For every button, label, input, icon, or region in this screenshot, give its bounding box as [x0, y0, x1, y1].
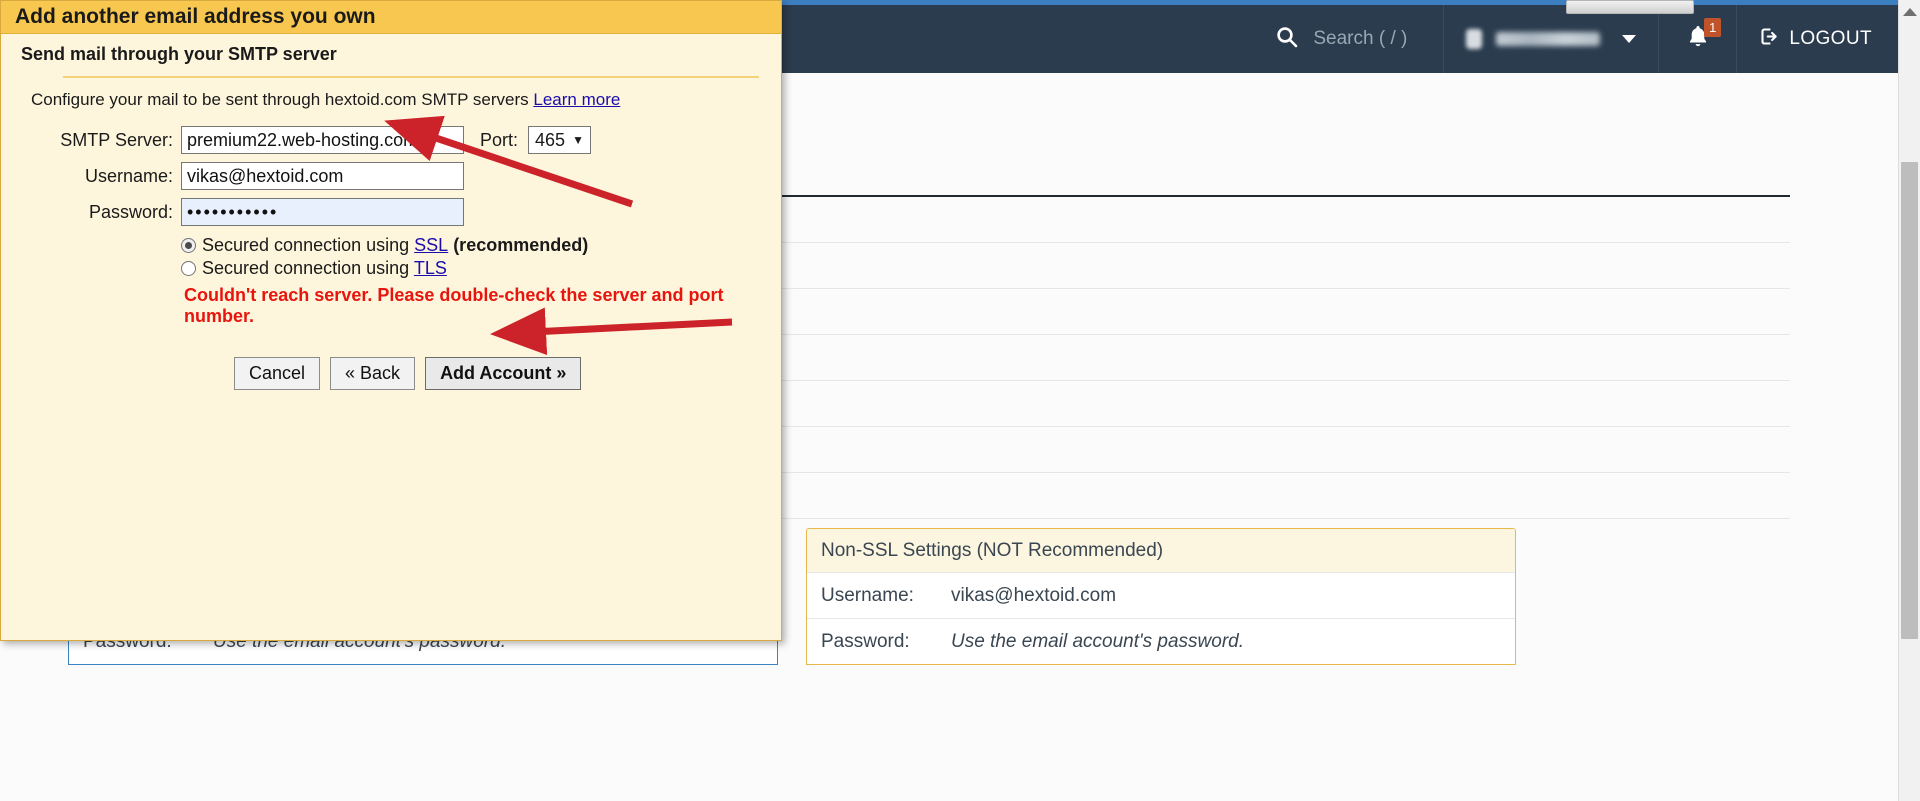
- radio-option[interactable]: Secured connection using TLS: [181, 258, 781, 279]
- horizontal-scrollbar[interactable]: [1566, 0, 1694, 14]
- logout-label: LOGOUT: [1789, 28, 1872, 49]
- radio-button[interactable]: [181, 238, 196, 253]
- scrollbar-thumb[interactable]: [1901, 162, 1918, 639]
- vertical-scrollbar[interactable]: [1898, 0, 1920, 801]
- add-account-button[interactable]: Add Account »: [425, 357, 582, 390]
- username-label: Username:: [84, 165, 173, 186]
- smtp-server-input[interactable]: [181, 126, 464, 154]
- config-description-text: Configure your mail to be sent through h…: [31, 90, 529, 109]
- search-icon: [1275, 25, 1299, 53]
- dialog-subtitle: Send mail through your SMTP server: [21, 44, 337, 64]
- smtp-server-label: SMTP Server:: [60, 129, 173, 150]
- radio-button[interactable]: [181, 261, 196, 276]
- radio-option[interactable]: Secured connection using SSL (recommende…: [181, 235, 781, 256]
- dialog-title: Add another email address you own: [1, 1, 781, 34]
- username-label: [1496, 32, 1601, 46]
- port-select-value: 465: [535, 129, 566, 150]
- protocol-help-link[interactable]: TLS: [414, 258, 447, 278]
- panel-row-value: Use the email account's password.: [951, 630, 1244, 652]
- smtp-form: SMTP Server: Port: 465 ▼ Username: Passw…: [1, 126, 781, 226]
- scroll-up-arrow-icon[interactable]: [1903, 8, 1917, 16]
- panel-row-key: Password:: [821, 630, 910, 652]
- search-placeholder: Search ( / ): [1313, 28, 1408, 49]
- panel-row: Password: Use the email account's passwor…: [807, 618, 1515, 664]
- password-input[interactable]: [181, 198, 464, 226]
- panel-row-key: Username:: [821, 584, 914, 606]
- dialog-buttons: Cancel « Back Add Account »: [234, 357, 781, 390]
- chevron-down-icon: [1622, 35, 1637, 43]
- page-root: Search ( / ) 1 LOGOUT Password: Use the …: [0, 0, 1920, 801]
- radio-suffix: (recommended): [448, 235, 589, 255]
- panel-row: Username: vikas@hextoid.com: [807, 572, 1515, 618]
- user-menu[interactable]: [1443, 5, 1658, 73]
- avatar: [1466, 29, 1483, 49]
- add-email-dialog: Add another email address you own Send m…: [0, 0, 782, 641]
- chevron-down-icon: ▼: [572, 133, 584, 147]
- port-select[interactable]: 465 ▼: [528, 126, 591, 154]
- radio-label: Secured connection using TLS: [202, 258, 447, 278]
- logout-icon: [1759, 26, 1780, 53]
- password-label: Password:: [88, 201, 173, 222]
- port-label: Port:: [480, 129, 519, 150]
- learn-more-link[interactable]: Learn more: [533, 90, 620, 109]
- back-button[interactable]: « Back: [330, 357, 416, 390]
- search-box[interactable]: Search ( / ): [1239, 5, 1443, 73]
- protocol-help-link[interactable]: SSL: [414, 235, 448, 255]
- logout-button[interactable]: LOGOUT: [1736, 5, 1898, 73]
- cancel-button[interactable]: Cancel: [234, 357, 321, 390]
- connection-security-radios: Secured connection using SSL (recommende…: [181, 235, 781, 279]
- notifications-button[interactable]: 1: [1658, 5, 1736, 73]
- notification-badge: 1: [1704, 18, 1722, 37]
- config-description: Configure your mail to be sent through h…: [1, 90, 781, 110]
- username-input[interactable]: [181, 162, 464, 190]
- panel-title: Non-SSL Settings (NOT Recommended): [807, 529, 1515, 572]
- dialog-body: Configure your mail to be sent through h…: [1, 78, 781, 390]
- panel-row-value: vikas@hextoid.com: [951, 584, 1117, 606]
- error-message: Couldn't reach server. Please double-che…: [184, 285, 724, 326]
- radio-label: Secured connection using SSL (recommende…: [202, 235, 589, 255]
- settings-panel: Non-SSL Settings (NOT Recommended) Userna…: [806, 528, 1516, 665]
